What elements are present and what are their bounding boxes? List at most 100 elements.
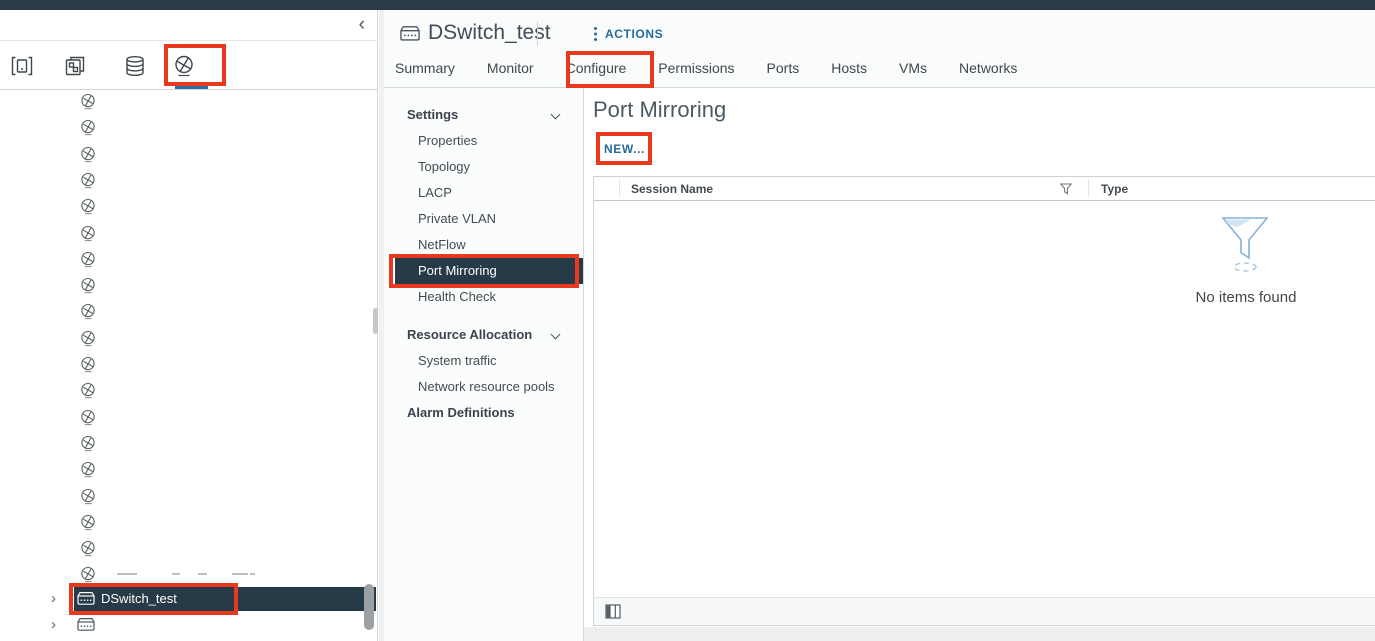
inventory-object-tabs [0,41,377,90]
tree-item-label: DSwitch_test [101,591,177,606]
nav-item-private-vlan[interactable]: Private VLAN [384,206,583,232]
sessions-table: Session Name Type No items found [593,176,1375,626]
nav-item-alarm-definitions[interactable]: Alarm Definitions [384,400,583,426]
nav-item-lacp[interactable]: LACP [384,180,583,206]
tab-monitor[interactable]: Monitor [487,53,534,87]
tree-scrollbar-thumb[interactable] [364,584,374,630]
main-panel: Port Mirroring NEW... Session Name Type [584,88,1375,641]
tab-ports[interactable]: Ports [767,53,800,87]
tab-permissions[interactable]: Permissions [658,53,734,87]
column-selector-icon[interactable] [605,604,621,619]
expand-chevron-icon[interactable]: › [51,615,56,635]
nav-item-label: System traffic [418,353,497,368]
tree-item-portgroup[interactable] [80,514,96,531]
nav-item-label: Topology [418,159,470,174]
expand-chevron-icon[interactable]: › [51,589,56,609]
tree-item-portgroup[interactable] [80,461,96,478]
nav-item-label: LACP [418,185,452,200]
tree-item-portgroup[interactable] [80,93,96,110]
nav-item-system-traffic[interactable]: System traffic [384,348,583,374]
distributed-portgroup-icon [80,251,96,268]
distributed-portgroup-icon [80,514,96,531]
distributed-portgroup-icon [80,566,96,583]
nav-item-label: Settings [407,107,458,122]
actions-menu-button[interactable]: ACTIONS [593,26,663,42]
entity-tabs: Summary Monitor Configure Permissions Ports H… [395,53,1049,87]
nav-item-port-mirroring[interactable]: Port Mirroring [395,258,583,284]
distributed-portgroup-icon [80,330,96,347]
tree-item-portgroup[interactable] [80,119,96,136]
distributed-portgroup-icon [80,409,96,426]
nav-item-label: Private VLAN [418,211,496,226]
chevron-down-icon [551,330,561,340]
collapse-sidebar-icon[interactable]: ‹ [359,10,365,39]
panel-resize-handle[interactable] [373,308,378,334]
tree-item-portgroup[interactable] [80,303,96,320]
filter-icon[interactable] [1060,183,1072,195]
distributed-portgroup-icon [80,540,96,557]
tree-item-portgroup[interactable] [80,488,96,505]
networking-icon[interactable] [172,54,196,78]
sidebar-top-row: ‹ [0,10,377,41]
empty-funnel-icon [1221,215,1271,275]
tree-item-portgroup[interactable] [80,435,96,452]
column-header-type[interactable]: Type [1101,182,1128,196]
entity-header: DSwitch_test ACTIONS SummaryMonitorConfi… [384,10,1375,88]
distributed-portgroup-icon [80,277,96,294]
tree-item-dswitch-test[interactable]: › DSwitch_test [0,587,377,611]
nav-item-properties[interactable]: Properties [384,128,583,154]
new-session-button[interactable]: NEW... [604,142,645,156]
tree-item-portgroup[interactable] [80,330,96,347]
tree-text-artifact [232,573,248,575]
tab-hosts[interactable]: Hosts [831,53,867,87]
tree-text-artifact [250,573,255,575]
distributed-portgroup-icon [80,172,96,189]
column-header-session-name[interactable]: Session Name [631,182,713,196]
inventory-sidebar: ‹ [0,10,378,641]
active-object-tab-underline [175,85,208,89]
tree-item-portgroup[interactable] [80,409,96,426]
vms-and-templates-icon[interactable] [63,54,87,78]
tree-item-portgroup[interactable] [80,198,96,215]
tree-item-portgroup[interactable] [80,382,96,399]
tree-item-portgroup[interactable] [80,146,96,163]
page-background-strip [584,627,1375,641]
tab-networks[interactable]: Networks [959,53,1017,87]
empty-state: No items found [1146,215,1346,306]
tree-text-artifact [172,573,180,575]
inventory-tree: › DSwitch_test › [0,90,377,641]
chevron-down-icon [551,110,561,120]
tree-item-portgroup[interactable] [80,566,96,583]
nav-item-label: Network resource pools [418,379,555,394]
header-divider [537,21,538,46]
storage-icon[interactable] [123,54,147,78]
tree-item-portgroup[interactable] [80,225,96,242]
table-body: No items found [594,201,1375,597]
nav-item-health-check[interactable]: Health Check [384,284,583,310]
section-heading: Port Mirroring [593,97,726,123]
nav-item-topology[interactable]: Topology [384,154,583,180]
nav-item-label: NetFlow [418,237,466,252]
content-area: DSwitch_test ACTIONS SummaryMonitorConfi… [384,10,1375,641]
hosts-and-clusters-icon[interactable] [10,54,34,78]
tree-text-artifact [198,573,207,575]
tab-summary[interactable]: Summary [395,53,455,87]
nav-item-label: Alarm Definitions [407,405,515,420]
tab-vms[interactable]: VMs [899,53,927,87]
tree-item-portgroup[interactable] [80,540,96,557]
nav-item-settings[interactable]: Settings [384,102,583,128]
tree-item-portgroup[interactable] [80,251,96,268]
tab-configure[interactable]: Configure [566,53,627,87]
nav-item-netflow[interactable]: NetFlow [384,232,583,258]
tree-item-dswitch-2[interactable]: › [0,613,377,637]
distributed-portgroup-icon [80,225,96,242]
nav-item-label: Port Mirroring [418,263,497,278]
tree-item-portgroup[interactable] [80,172,96,189]
column-divider [1088,180,1089,197]
nav-item-network-resource-pools[interactable]: Network resource pools [384,374,583,400]
distributed-switch-icon [76,617,96,632]
nav-item-resource-allocation[interactable]: Resource Allocation [384,322,583,348]
tree-item-portgroup[interactable] [80,356,96,373]
distributed-portgroup-icon [80,303,96,320]
tree-item-portgroup[interactable] [80,277,96,294]
